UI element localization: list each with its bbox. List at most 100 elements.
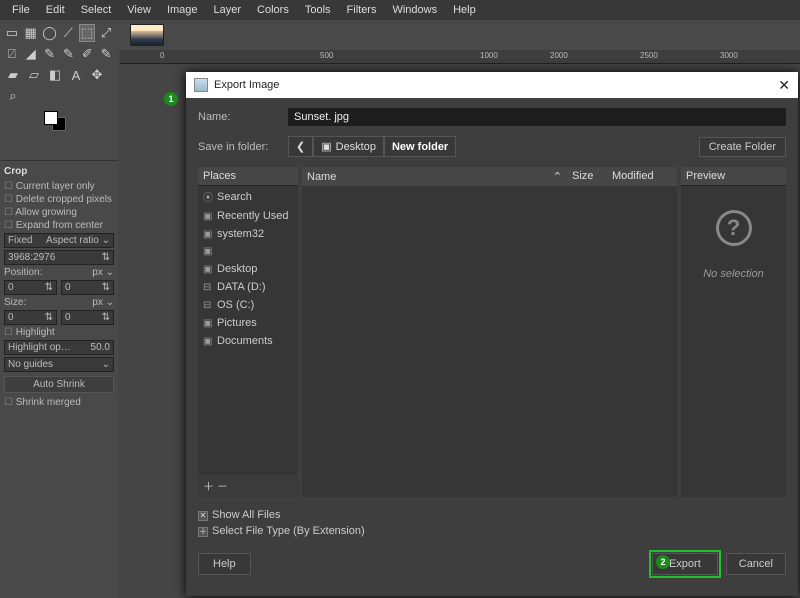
col-size[interactable]: Size (567, 167, 607, 186)
cancel-button[interactable]: Cancel (726, 553, 786, 575)
menu-edit[interactable]: Edit (38, 2, 73, 18)
expand-box-icon: ＋ (198, 527, 208, 537)
place-os-c[interactable]: ⊟OS (C:) (198, 296, 298, 314)
recent-icon: ▣ (203, 211, 213, 222)
filename-input[interactable] (288, 108, 786, 126)
bc-desktop[interactable]: ▣Desktop (313, 136, 384, 157)
menu-help[interactable]: Help (445, 2, 484, 18)
drive-icon: ⊟ (203, 282, 213, 293)
position-x-input[interactable]: 0⇅ (4, 280, 57, 295)
horizontal-ruler: 0 500 1000 2000 2500 3000 (120, 50, 800, 64)
col-name[interactable]: Name⌃ (302, 167, 567, 186)
tool-zoom-icon[interactable]: ⌕ (4, 87, 22, 105)
save-folder-label: Save in folder: (198, 141, 288, 153)
create-folder-button[interactable]: Create Folder (699, 137, 786, 157)
select-file-type-toggle[interactable]: ＋Select File Type (By Extension) (198, 523, 786, 539)
menu-file[interactable]: File (4, 2, 38, 18)
dialog-title: Export Image (214, 79, 279, 91)
opt-highlight-opacity[interactable]: Highlight op…50.0 (4, 340, 114, 355)
position-unit[interactable]: px ⌄ (92, 267, 114, 278)
ruler-tick: 0 (160, 51, 164, 60)
menu-windows[interactable]: Windows (384, 2, 445, 18)
menu-bar: File Edit Select View Image Layer Colors… (0, 0, 800, 20)
dialog-icon (194, 78, 208, 92)
opt-expand-center[interactable]: Expand from center (4, 220, 114, 231)
size-w-input[interactable]: 0⇅ (4, 310, 57, 325)
tool-gradient-icon[interactable]: ▱ (25, 66, 43, 84)
image-thumbnail[interactable] (130, 24, 164, 46)
tool-airbrush-icon[interactable]: ✎ (98, 45, 114, 63)
tool-move-icon[interactable]: ⤢ (98, 24, 114, 42)
menu-filters[interactable]: Filters (339, 2, 385, 18)
tool-fuzzy-select-icon[interactable]: ▦ (23, 24, 39, 42)
menu-view[interactable]: View (119, 2, 159, 18)
help-button[interactable]: Help (198, 553, 251, 575)
show-all-files-toggle[interactable]: ✕Show All Files (198, 507, 786, 523)
tool-bucket-icon[interactable]: ▰ (4, 66, 22, 84)
opt-highlight[interactable]: Highlight (4, 327, 114, 338)
menu-image[interactable]: Image (159, 2, 206, 18)
size-label: Size: (4, 297, 26, 308)
col-modified[interactable]: Modified (607, 167, 677, 186)
auto-shrink-button[interactable]: Auto Shrink (4, 376, 114, 393)
tool-rotate-icon[interactable]: ⍁ (4, 45, 20, 63)
position-label: Position: (4, 267, 42, 278)
menu-select[interactable]: Select (73, 2, 120, 18)
place-pictures[interactable]: ▣Pictures (198, 314, 298, 332)
folder-icon: ▣ (203, 229, 213, 240)
foreground-color[interactable] (44, 111, 58, 125)
menu-layer[interactable]: Layer (206, 2, 250, 18)
tool-free-select-icon[interactable]: ⟋ (60, 24, 76, 42)
bc-new-folder[interactable]: New folder (384, 136, 456, 157)
tool-pencil-icon[interactable]: ✎ (60, 45, 76, 63)
file-list[interactable]: Name⌃ Size Modified (302, 167, 677, 497)
folder-icon: ▣ (203, 246, 213, 257)
place-search[interactable]: ⦿Search (198, 186, 298, 207)
folder-icon: ▣ (203, 318, 213, 329)
opt-guides[interactable]: No guides⌄ (4, 357, 114, 372)
tool-crop-icon[interactable]: ⬚ (79, 24, 95, 42)
close-icon[interactable]: ✕ (778, 77, 790, 94)
place-desktop[interactable]: ▣Desktop (198, 260, 298, 278)
size-unit[interactable]: px ⌄ (92, 297, 114, 308)
export-image-dialog: Export Image ✕ Name: Save in folder: ❮ ▣… (186, 72, 798, 596)
tool-paths-icon[interactable]: ✥ (88, 66, 106, 84)
opt-aspect-ratio-field[interactable]: 3968:2976⇅ (4, 250, 114, 265)
place-system32[interactable]: ▣system32 (198, 225, 298, 243)
tool-text-icon[interactable]: A (67, 66, 85, 84)
ruler-tick: 3000 (720, 51, 738, 60)
opt-shrink-merged[interactable]: Shrink merged (4, 397, 114, 408)
image-tab-strip (0, 20, 800, 50)
place-empty[interactable]: ▣ (198, 243, 298, 260)
menu-colors[interactable]: Colors (249, 2, 297, 18)
menu-tools[interactable]: Tools (297, 2, 339, 18)
bc-back-button[interactable]: ❮ (288, 136, 313, 157)
step-marker-1: 1 (164, 92, 178, 106)
opt-delete-cropped[interactable]: Delete cropped pixels (4, 194, 114, 205)
file-browser: Places ⦿Search ▣Recently Used ▣system32 … (198, 167, 786, 497)
opt-current-layer[interactable]: Current layer only (4, 181, 114, 192)
color-swatches[interactable] (44, 111, 72, 133)
expanders: ✕Show All Files ＋Select File Type (By Ex… (198, 507, 786, 539)
dialog-titlebar[interactable]: Export Image ✕ (186, 72, 798, 98)
place-data-d[interactable]: ⊟DATA (D:) (198, 278, 298, 296)
ruler-tick: 2500 (640, 51, 658, 60)
tool-eraser-icon[interactable]: ✐ (79, 45, 95, 63)
tool-paintbrush-icon[interactable]: ✎ (42, 45, 58, 63)
sort-indicator-icon: ⌃ (553, 170, 562, 183)
position-y-input[interactable]: 0⇅ (61, 280, 114, 295)
tool-rect-select-icon[interactable]: ▭ (4, 24, 20, 42)
tool-options-title: Crop (4, 166, 114, 177)
preview-panel: Preview ? No selection (681, 167, 786, 497)
opt-fixed-mode[interactable]: FixedAspect ratio ⌄ (4, 233, 114, 248)
tool-smudge-icon[interactable]: ◧ (46, 66, 64, 84)
place-recent[interactable]: ▣Recently Used (198, 207, 298, 225)
tool-warp-icon[interactable]: ◢ (23, 45, 39, 63)
places-add-remove[interactable]: ＋ － (198, 475, 298, 497)
opt-allow-growing[interactable]: Allow growing (4, 207, 114, 218)
place-documents[interactable]: ▣Documents (198, 332, 298, 350)
tool-options-panel: Crop Current layer only Delete cropped p… (0, 160, 118, 598)
ruler-tick: 1000 (480, 51, 498, 60)
size-h-input[interactable]: 0⇅ (61, 310, 114, 325)
tool-ellipse-select-icon[interactable]: ◯ (42, 24, 58, 42)
